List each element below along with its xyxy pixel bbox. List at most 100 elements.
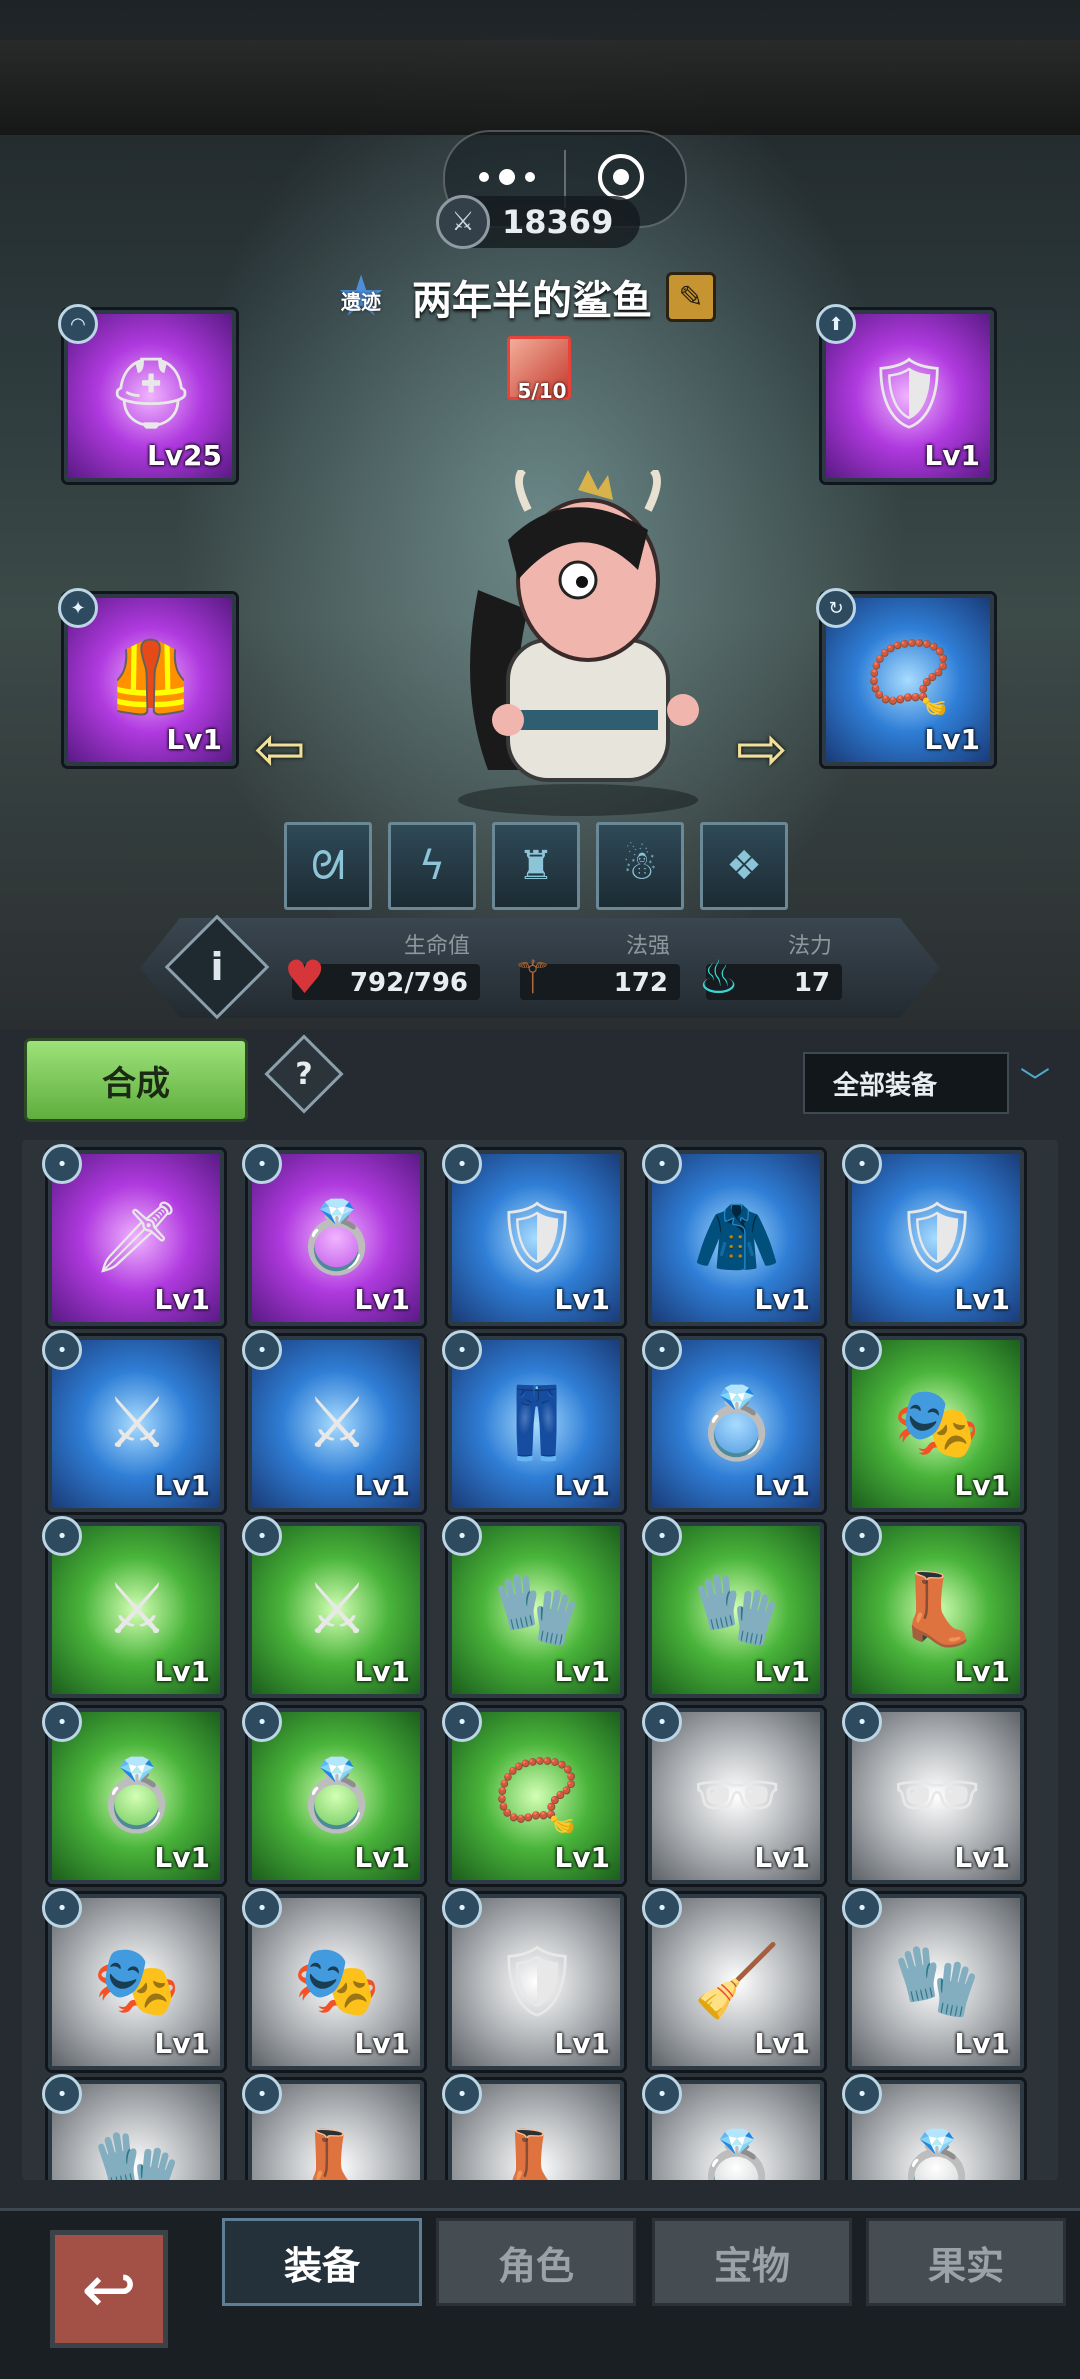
item-type-icon: • xyxy=(42,1330,82,1370)
item-level: Lv1 xyxy=(554,1841,610,1874)
item-level: Lv1 xyxy=(954,1469,1010,1502)
mask-icon: 🎭 xyxy=(93,1939,181,2022)
item-type-icon: • xyxy=(242,1702,282,1742)
item-level: Lv1 xyxy=(354,2027,410,2060)
item-type-icon: • xyxy=(442,1702,482,1742)
back-button[interactable]: ↩ xyxy=(50,2230,168,2348)
skill-lightning-icon[interactable]: ϟ xyxy=(388,822,476,910)
item-type-icon: • xyxy=(242,1330,282,1370)
skill-dragon-icon[interactable]: ᘛ xyxy=(284,822,372,910)
skill-totem-icon[interactable]: ♜ xyxy=(492,822,580,910)
item-level: Lv1 xyxy=(954,2027,1010,2060)
ring-icon: 💍 xyxy=(893,2125,981,2181)
item-type-icon: • xyxy=(642,1702,682,1742)
item-level: Lv1 xyxy=(154,1655,210,1688)
chevron-down-icon[interactable]: ﹀ xyxy=(1010,1060,1060,1101)
mana-value: 17 xyxy=(793,968,830,998)
more-menu-button[interactable] xyxy=(479,162,559,192)
inventory-item[interactable]: • 🗡 Lv1 xyxy=(42,1144,224,1326)
item-type-icon: • xyxy=(242,1888,282,1928)
inventory-item[interactable]: • 🛡 Lv1 xyxy=(842,1144,1024,1326)
inventory-item[interactable]: • 🛡 Lv1 xyxy=(442,1144,624,1326)
inventory-item[interactable]: • 👢 xyxy=(242,2074,424,2180)
equip-slot-helmet[interactable]: ◠ ⛑ Lv25 xyxy=(58,304,236,482)
return-arrow-icon: ↩ xyxy=(81,2250,137,2328)
inventory-item[interactable]: • 👢 Lv1 xyxy=(842,1516,1024,1698)
item-type-icon: • xyxy=(642,1144,682,1184)
inventory-item[interactable]: • ⚔ Lv1 xyxy=(242,1516,424,1698)
skill-beast-icon[interactable]: ❖ xyxy=(700,822,788,910)
helmet-icon: ⛑ xyxy=(106,351,196,434)
inventory-item[interactable]: • 👖 Lv1 xyxy=(442,1330,624,1512)
glove-icon: 🧤 xyxy=(93,2125,181,2181)
inventory-item[interactable]: • 🎭 Lv1 xyxy=(242,1888,424,2070)
shield-icon: 🛡 xyxy=(492,1195,582,1278)
inventory-item[interactable]: • 🧤 xyxy=(42,2074,224,2181)
inventory-item[interactable]: • 🧤 Lv1 xyxy=(842,1888,1024,2070)
equip-level: Lv25 xyxy=(146,439,222,472)
edit-name-button[interactable]: ✎ xyxy=(666,272,716,322)
inventory-item[interactable]: • 💍 Lv1 xyxy=(242,1702,424,1884)
broom-icon: 🧹 xyxy=(693,1939,781,2022)
next-hero-arrow-icon[interactable]: ⇨ xyxy=(736,712,788,785)
equipment-filter-select[interactable]: 全部装备 xyxy=(803,1052,1009,1114)
boots-icon: 👢 xyxy=(493,2125,581,2181)
inventory-item[interactable]: • 🧤 Lv1 xyxy=(442,1516,624,1698)
item-level: Lv1 xyxy=(354,1655,410,1688)
item-type-icon: • xyxy=(842,1516,882,1556)
inventory-item[interactable]: • 📿 Lv1 xyxy=(442,1702,624,1884)
item-type-icon: • xyxy=(442,1516,482,1556)
skill-figure-icon[interactable]: ☃ xyxy=(596,822,684,910)
inventory-item[interactable]: • 💍 xyxy=(642,2074,824,2180)
item-level: Lv1 xyxy=(954,1283,1010,1316)
inventory-item[interactable]: • 🕶 Lv1 xyxy=(642,1702,824,1884)
inventory-item[interactable]: • 🧹 Lv1 xyxy=(642,1888,824,2070)
equip-slot-accessory[interactable]: ⬆ 🛡 Lv1 xyxy=(816,304,994,482)
inventory-item[interactable]: • 🧤 Lv1 xyxy=(642,1516,824,1698)
inventory-item[interactable]: • 🎭 Lv1 xyxy=(42,1888,224,2070)
inventory-item[interactable]: • 💍 Lv1 xyxy=(42,1702,224,1884)
spell-power-value: 172 xyxy=(613,968,668,998)
item-level: Lv1 xyxy=(754,2027,810,2060)
item-type-icon: • xyxy=(842,1888,882,1928)
item-level: Lv1 xyxy=(554,1283,610,1316)
equip-slot-armor[interactable]: ✦ 🦺 Lv1 xyxy=(58,588,236,766)
tab-treasures[interactable]: 宝物 xyxy=(652,2218,852,2306)
necklace-icon: 📿 xyxy=(865,635,953,718)
close-program-button[interactable] xyxy=(598,154,644,200)
item-level: Lv1 xyxy=(154,1841,210,1874)
item-type-icon: • xyxy=(442,1330,482,1370)
power-icon: ⚔ xyxy=(436,195,490,249)
item-type-icon: • xyxy=(642,1516,682,1556)
inventory-item[interactable]: • ⚔ Lv1 xyxy=(42,1516,224,1698)
item-level: Lv1 xyxy=(154,1283,210,1316)
sword-icon: ⚔ xyxy=(105,1568,169,1650)
tab-fruits[interactable]: 果实 xyxy=(866,2218,1066,2306)
tab-equipment[interactable]: 装备 xyxy=(222,2218,422,2306)
inventory-item[interactable]: • ⚔ Lv1 xyxy=(42,1330,224,1512)
prev-hero-arrow-icon[interactable]: ⇦ xyxy=(254,712,306,785)
item-level: Lv1 xyxy=(754,1283,810,1316)
item-type-icon: • xyxy=(842,1144,882,1184)
item-level: Lv1 xyxy=(554,1469,610,1502)
inventory-item[interactable]: • 💍 xyxy=(842,2074,1024,2181)
inventory-item[interactable]: • 🛡 Lv1 xyxy=(442,1888,624,2070)
inventory-item[interactable]: • 💍 Lv1 xyxy=(642,1330,824,1512)
hero-skill-badge[interactable]: 5/10 xyxy=(507,336,571,403)
inventory-item[interactable]: • 🧥 Lv1 xyxy=(642,1144,824,1326)
inventory-item[interactable]: • 👢 xyxy=(442,2074,624,2181)
equip-slot-necklace[interactable]: ↻ 📿 Lv1 xyxy=(816,588,994,766)
glove-icon: 🧤 xyxy=(893,1939,981,2022)
ring-icon: 💍 xyxy=(693,1381,781,1464)
inventory-item[interactable]: • 🎭 Lv1 xyxy=(842,1330,1024,1512)
item-type-icon: • xyxy=(842,1330,882,1370)
inventory-item[interactable]: • 💍 Lv1 xyxy=(242,1144,424,1326)
boots-icon: 👢 xyxy=(893,1567,981,1650)
combine-button[interactable]: 合成 xyxy=(24,1038,248,1122)
rank-tag: 遗迹 xyxy=(341,290,381,314)
tab-characters[interactable]: 角色 xyxy=(436,2218,636,2306)
armor-icon: 🦺 xyxy=(107,635,195,718)
dagger-icon: 🗡 xyxy=(92,1195,182,1278)
inventory-item[interactable]: • ⚔ Lv1 xyxy=(242,1330,424,1512)
inventory-item[interactable]: • 🕶 Lv1 xyxy=(842,1702,1024,1884)
